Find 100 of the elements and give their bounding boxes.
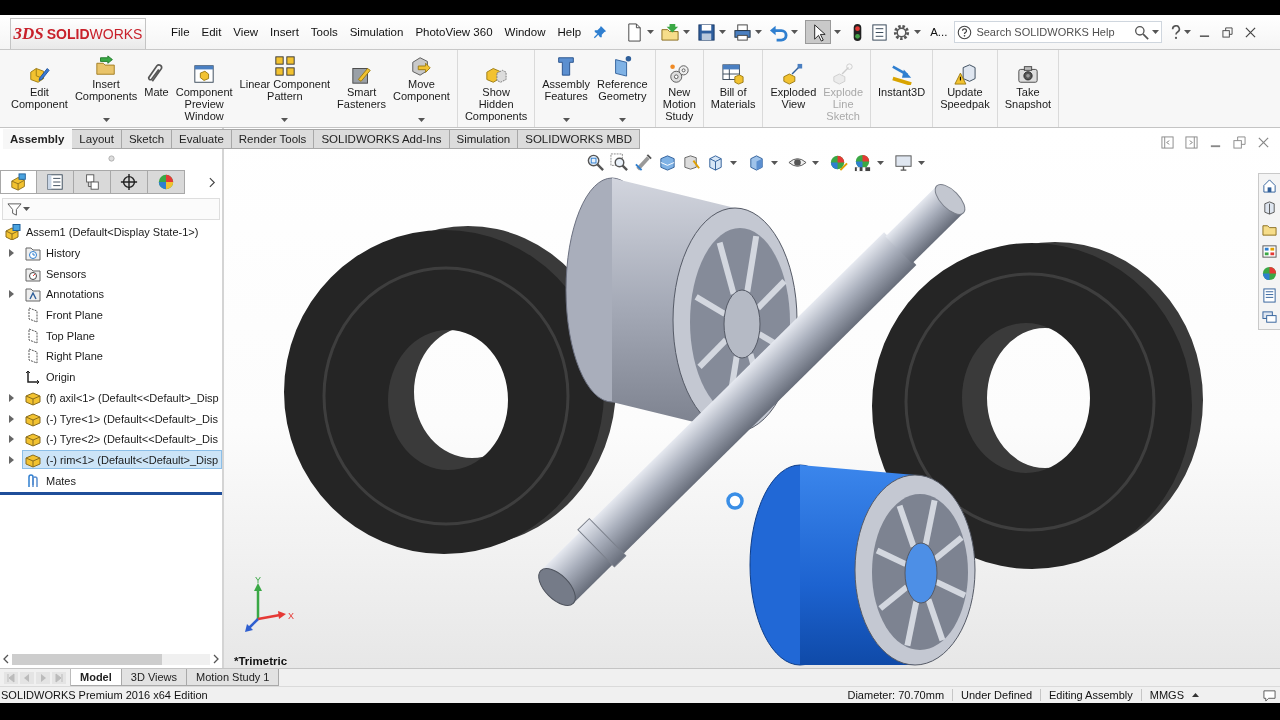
tree-item[interactable]: Origin	[22, 367, 222, 387]
caret-icon[interactable]	[877, 160, 884, 165]
menu-item[interactable]: View	[227, 23, 265, 41]
ribbon-button[interactable]: Smart Fasteners	[334, 50, 390, 127]
model-tab[interactable]: 3D Views	[121, 669, 188, 686]
chevron-right-icon[interactable]	[209, 176, 216, 188]
command-tab[interactable]: Render Tools	[231, 129, 315, 149]
list-icon[interactable]	[1262, 288, 1277, 303]
ribbon-button[interactable]: New Motion Study	[659, 50, 699, 127]
ribbon-button[interactable]: Reference Geometry	[593, 50, 651, 127]
command-tab[interactable]: Simulation	[449, 129, 519, 149]
expand-arrow-icon[interactable]	[8, 393, 14, 402]
command-tab[interactable]: Evaluate	[172, 129, 232, 149]
command-tab[interactable]: Sketch	[121, 129, 173, 149]
expand-arrow-icon[interactable]	[8, 435, 14, 444]
caret-icon[interactable]	[730, 160, 737, 165]
caret-icon[interactable]	[812, 160, 819, 165]
panel-tab[interactable]	[74, 170, 111, 194]
ribbon-button[interactable]: Bill of Materials	[707, 50, 759, 127]
filter-field[interactable]	[2, 198, 220, 220]
part-pencil-icon[interactable]	[682, 153, 701, 172]
tree-item[interactable]: Right Plane	[22, 346, 222, 366]
cube-icon[interactable]	[706, 153, 725, 172]
menu-item[interactable]: PhotoView 360	[409, 23, 499, 41]
tree-item[interactable]: Sensors	[22, 264, 222, 284]
menu-item[interactable]: Insert	[264, 23, 305, 41]
color-ball-pencil-icon[interactable]	[829, 153, 848, 172]
menu-item[interactable]: Edit	[195, 23, 228, 41]
ribbon-button[interactable]: Take Snapshot	[1001, 50, 1055, 127]
caret-icon[interactable]	[719, 30, 727, 34]
command-tab[interactable]: Layout	[72, 129, 122, 149]
tree-item[interactable]: (f) axil<1> (Default<<Default>_Disp	[22, 388, 222, 408]
sliced-cube-icon[interactable]	[658, 153, 677, 172]
ribbon-button[interactable]: Show Hidden Components	[461, 50, 531, 127]
home-icon[interactable]	[1262, 178, 1277, 193]
caret-icon[interactable]	[683, 30, 691, 34]
select-button[interactable]	[805, 20, 832, 44]
menu-item[interactable]: Window	[498, 23, 552, 41]
command-tab[interactable]: SOLIDWORKS MBD	[518, 129, 640, 149]
tree-item[interactable]: (-) Tyre<2> (Default<<Default>_Dis	[22, 429, 222, 449]
menu-item[interactable]: Help	[551, 23, 588, 41]
caret-icon[interactable]	[1152, 30, 1160, 34]
tree-item[interactable]: Assem1 (Default<Display State-1>)	[2, 222, 222, 242]
search-icon[interactable]	[1134, 24, 1150, 40]
pen-icon[interactable]	[634, 153, 653, 172]
tree-item[interactable]: Mates	[22, 471, 222, 491]
panel-tab[interactable]	[37, 170, 74, 194]
caret-icon[interactable]	[618, 118, 626, 122]
speech-bubble-icon[interactable]	[1263, 688, 1276, 702]
caret-icon[interactable]	[417, 118, 425, 122]
ribbon-button[interactable]: Move Component	[390, 50, 453, 127]
expand-arrow-icon[interactable]	[8, 249, 14, 258]
caret-icon[interactable]	[914, 30, 922, 34]
model-tab[interactable]: Motion Study 1	[187, 669, 280, 686]
ribbon-button[interactable]: Exploded View	[767, 50, 820, 127]
caret-icon[interactable]	[102, 118, 110, 122]
ribbon-button[interactable]: Linear Component Pattern	[236, 50, 334, 127]
logo-button[interactable]: 3DS SOLIDWORKS	[10, 18, 146, 49]
ribbon-button[interactable]: Insert Components	[71, 50, 141, 127]
tree-item[interactable]: Top Plane	[22, 326, 222, 346]
restore-icon[interactable]	[1233, 136, 1246, 149]
caret-icon[interactable]	[647, 30, 655, 34]
ribbon-button[interactable]: Edit Component	[8, 50, 71, 127]
tile-right-icon[interactable]	[1185, 136, 1198, 149]
tree-item[interactable]: Annotations	[22, 284, 222, 304]
list-document-icon[interactable]	[870, 22, 890, 42]
model-tab[interactable]: Model	[71, 669, 122, 686]
caret-up-icon[interactable]	[1192, 693, 1199, 697]
ribbon-button[interactable]: Mate	[141, 50, 172, 127]
command-tab[interactable]: SOLIDWORKS Add-Ins	[314, 129, 450, 149]
caret-icon[interactable]	[281, 118, 289, 122]
folder-icon[interactable]	[1262, 222, 1277, 237]
caret-icon[interactable]	[1184, 30, 1192, 34]
scroll-right-icon[interactable]	[213, 654, 219, 664]
caret-icon[interactable]	[918, 160, 925, 165]
tree-item[interactable]: (-) Tyre<1> (Default<<Default>_Dis	[22, 409, 222, 429]
help-icon[interactable]	[1171, 24, 1182, 40]
overflow-button[interactable]: A...	[928, 26, 950, 38]
pin-icon[interactable]	[593, 25, 608, 39]
expand-arrow-icon[interactable]	[8, 414, 14, 423]
settings-icon[interactable]	[892, 22, 912, 42]
tree-item[interactable]: Front Plane	[22, 305, 222, 325]
expand-arrow-icon[interactable]	[8, 290, 14, 299]
folder-arrow-icon[interactable]	[661, 22, 681, 42]
search-field[interactable]: Search SOLIDWORKS Help	[954, 21, 1163, 43]
scrollbar-thumb[interactable]	[12, 653, 162, 665]
restore-icon[interactable]	[1222, 26, 1234, 38]
ribbon-button[interactable]: Component Preview Window	[172, 50, 236, 127]
command-tab[interactable]: Assembly	[3, 129, 73, 149]
caret-icon[interactable]	[562, 118, 570, 122]
zoom-area-icon[interactable]	[610, 153, 629, 172]
caret-icon[interactable]	[755, 30, 763, 34]
tile-left-icon[interactable]	[1161, 136, 1174, 149]
book-icon[interactable]	[1262, 200, 1277, 215]
palette-grid-icon[interactable]	[1262, 244, 1277, 259]
expand-arrow-icon[interactable]	[8, 455, 14, 464]
ribbon-button[interactable]: Instant3D	[875, 50, 929, 127]
caret-icon[interactable]	[771, 160, 778, 165]
chat-bubbles-icon[interactable]	[1262, 310, 1277, 325]
rollback-bar[interactable]	[0, 491, 222, 495]
